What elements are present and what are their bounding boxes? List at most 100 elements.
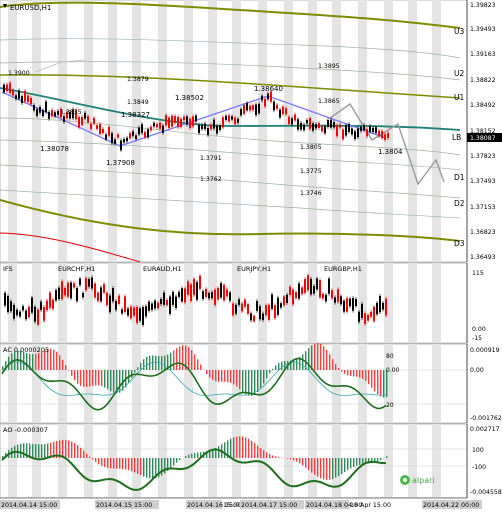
candle — [327, 120, 329, 127]
candle — [273, 102, 275, 111]
candle — [180, 119, 182, 127]
candle — [6, 84, 8, 91]
time-label: 2014.04.14 15:00 — [1, 502, 57, 509]
candle — [144, 132, 146, 138]
candle — [171, 116, 173, 127]
candle — [120, 140, 122, 150]
pair-label: EURAUD,H1 — [143, 265, 181, 273]
annotation: 1.38078 — [40, 145, 69, 153]
candle — [240, 109, 242, 115]
candle — [57, 111, 59, 115]
panel-title: IFS — [3, 265, 13, 273]
annotation: 1.38640 — [254, 85, 283, 93]
axis-label: -15 — [472, 335, 482, 342]
candle — [345, 125, 347, 135]
annotation: 1.3900 — [8, 70, 30, 77]
candle — [246, 103, 248, 110]
cross-pairs-panel[interactable]: IFS EURCHF,H1 EURAUD,H1 EURJPY,H1 EURGBP… — [0, 263, 486, 343]
candle — [108, 127, 110, 136]
level-d2: D2 — [454, 199, 465, 208]
price-label: 1.39493 — [470, 26, 496, 33]
main-panel[interactable]: 1.3900 1.3879 1.3849 1.3835 1.38327 1.38… — [0, 0, 467, 262]
candle — [93, 118, 95, 124]
axis-label: 0.000919 — [470, 347, 500, 354]
candle — [348, 124, 350, 132]
candle — [291, 118, 293, 124]
price-label: 1.37493 — [470, 178, 496, 185]
candle — [366, 129, 368, 136]
candle — [183, 117, 185, 121]
candle — [201, 125, 203, 129]
candle — [225, 116, 227, 120]
annotation: 1.3895 — [318, 63, 340, 70]
candle — [357, 129, 359, 138]
candle — [150, 127, 152, 131]
candle — [102, 129, 104, 133]
panel-title: AO -0.000307 — [3, 426, 48, 434]
candle — [105, 134, 107, 139]
candle — [297, 119, 299, 129]
candle — [45, 102, 47, 112]
trading-terminal-chart: 1.3900 1.3879 1.3849 1.3835 1.38327 1.38… — [0, 0, 502, 510]
symbol-title: EURUSD,H1 — [10, 4, 51, 12]
ao-indicator-panel[interactable]: AO -0.000307 0.002717 100 -100 -0.004558… — [0, 424, 502, 498]
inner-label: 0.00 — [386, 367, 400, 374]
annotation: 1.37908 — [106, 159, 135, 167]
pair-label: EURGBP,H1 — [324, 265, 362, 273]
candle — [147, 129, 149, 137]
candle — [354, 131, 356, 139]
candle — [324, 126, 326, 133]
annotation: 1.38327 — [121, 111, 150, 119]
candle — [258, 104, 260, 113]
candle — [42, 110, 44, 116]
price-label: 1.39823 — [470, 2, 496, 9]
annotation: 1.38502 — [175, 94, 204, 102]
candle — [135, 135, 137, 139]
candle — [36, 109, 38, 116]
candle — [153, 123, 155, 127]
candle — [189, 119, 191, 128]
candle — [84, 113, 86, 119]
candle — [219, 125, 221, 129]
candle — [21, 96, 23, 103]
candle — [3, 85, 5, 92]
candle — [279, 110, 281, 118]
annotation: 1.3835 — [60, 109, 82, 116]
candle — [267, 93, 269, 99]
candle — [360, 127, 362, 131]
chart-canvas[interactable]: 1.3900 1.3879 1.3849 1.3835 1.38327 1.38… — [0, 0, 502, 510]
candle — [264, 99, 266, 107]
candle — [237, 119, 239, 123]
candle — [192, 116, 194, 126]
time-axis[interactable]: 2014.04.14 15:00 2014.04.15 15:00 2014.0… — [0, 498, 502, 510]
price-label: 1.39163 — [470, 51, 496, 58]
time-label: 15:00 — [223, 502, 241, 509]
axis-label: -0.001762 — [470, 415, 502, 422]
level-d1: D1 — [454, 173, 465, 182]
candle — [129, 133, 131, 138]
level-u3: U3 — [454, 27, 464, 36]
price-label: 1.37823 — [470, 153, 496, 160]
candle — [111, 133, 113, 143]
candle — [261, 96, 263, 101]
candle — [249, 106, 251, 111]
candle — [204, 124, 206, 130]
annotation: 1.3849 — [127, 99, 149, 106]
panel-title: AC 0.0000205 — [3, 346, 49, 354]
candle — [336, 125, 338, 136]
candle — [48, 112, 50, 119]
candle — [210, 125, 212, 129]
pair-label: EURJPY,H1 — [237, 265, 271, 273]
ac-indicator-panel[interactable]: AC 0.0000205 0.000919 0.00 -0.001762 80 … — [0, 343, 502, 423]
candle — [387, 133, 389, 138]
candle — [90, 124, 92, 129]
candle — [99, 124, 101, 134]
candle — [303, 124, 305, 130]
candle — [381, 131, 383, 138]
candle — [198, 125, 200, 133]
candle — [207, 128, 209, 135]
inner-label: 20 — [386, 402, 394, 409]
level-u2: U2 — [454, 69, 464, 78]
price-label: 1.38822 — [470, 77, 496, 84]
candle — [174, 116, 176, 123]
